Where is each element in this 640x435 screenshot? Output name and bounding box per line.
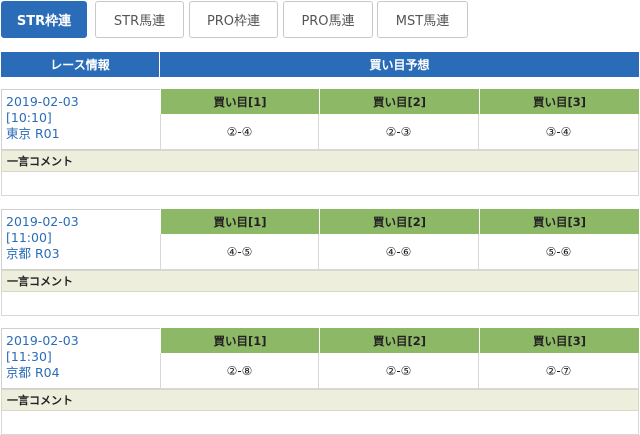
- tab-pro-umaren[interactable]: PRO馬連: [283, 1, 373, 38]
- pick-value-2: ②-⑤: [319, 353, 479, 389]
- race-time: [11:00]: [6, 230, 52, 245]
- pick-value-2: ②-③: [319, 114, 479, 150]
- pick-value-2: ④-⑥: [319, 234, 479, 270]
- comment-text: [1, 292, 639, 316]
- pick-header-2: 買い目[2]: [319, 89, 479, 114]
- race-time: [10:10]: [6, 110, 52, 125]
- race-info-header: レース情報: [1, 52, 159, 77]
- pick-value-3: ⑤-⑥: [479, 234, 639, 270]
- pick-header-1: 買い目[1]: [160, 209, 319, 234]
- pick-header-1: 買い目[1]: [160, 328, 319, 353]
- prediction-header: 買い目予想: [160, 52, 639, 77]
- pick-header-3: 買い目[3]: [479, 209, 639, 234]
- tab-str-wakuren[interactable]: STR枠連: [1, 1, 87, 38]
- race-venue: 東京 R01: [6, 126, 60, 141]
- pick-value-1: ②-⑧: [160, 353, 319, 389]
- race-block: 2019-02-03 [11:30] 京都 R04 買い目[1] 買い目[2] …: [1, 328, 639, 435]
- tab-pro-wakuren[interactable]: PRO枠連: [189, 1, 278, 38]
- race-info-cell: 2019-02-03 [11:30] 京都 R04: [1, 328, 160, 389]
- tab-mst-umaren[interactable]: MST馬連: [377, 1, 468, 38]
- comment-label: 一言コメント: [1, 270, 639, 292]
- race-info-cell: 2019-02-03 [11:00] 京都 R03: [1, 209, 160, 270]
- pick-value-3: ③-④: [479, 114, 639, 150]
- pick-header-3: 買い目[3]: [479, 328, 639, 353]
- pick-header-3: 買い目[3]: [479, 89, 639, 114]
- race-info-cell: 2019-02-03 [10:10] 東京 R01: [1, 89, 160, 150]
- pick-value-3: ②-⑦: [479, 353, 639, 389]
- pick-header-2: 買い目[2]: [319, 328, 479, 353]
- race-date: 2019-02-03: [6, 94, 79, 109]
- pick-header-1: 買い目[1]: [160, 89, 319, 114]
- bet-type-tabs: STR枠連 STR馬連 PRO枠連 PRO馬連 MST馬連: [1, 1, 639, 38]
- pick-header-2: 買い目[2]: [319, 209, 479, 234]
- race-time: [11:30]: [6, 349, 52, 364]
- comment-text: [1, 411, 639, 435]
- tab-str-umaren[interactable]: STR馬連: [95, 1, 184, 38]
- race-date: 2019-02-03: [6, 214, 79, 229]
- race-block: 2019-02-03 [10:10] 東京 R01 買い目[1] 買い目[2] …: [1, 89, 639, 196]
- race-block: 2019-02-03 [11:00] 京都 R03 買い目[1] 買い目[2] …: [1, 209, 639, 316]
- comment-text: [1, 172, 639, 196]
- comment-label: 一言コメント: [1, 389, 639, 411]
- race-date: 2019-02-03: [6, 333, 79, 348]
- pick-value-1: ②-④: [160, 114, 319, 150]
- comment-label: 一言コメント: [1, 150, 639, 172]
- race-venue: 京都 R04: [6, 365, 60, 380]
- race-venue: 京都 R03: [6, 246, 60, 261]
- pick-value-1: ④-⑤: [160, 234, 319, 270]
